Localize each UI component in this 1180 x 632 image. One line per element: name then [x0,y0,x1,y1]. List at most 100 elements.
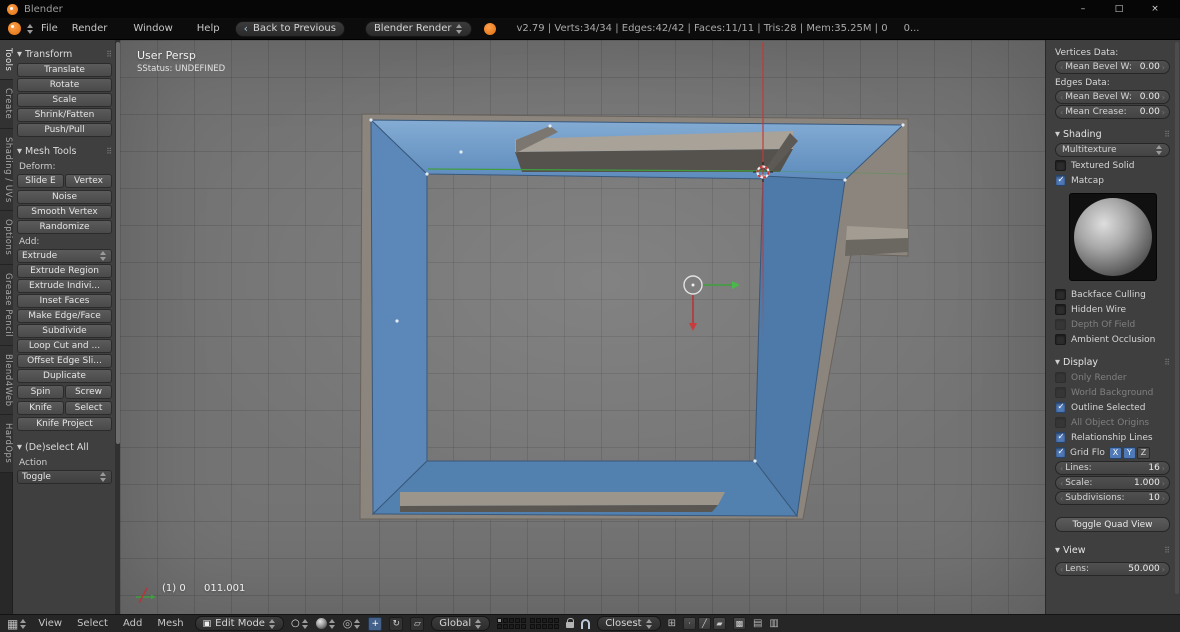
manipulator-scale-icon[interactable]: ▱ [410,616,425,631]
tab-tools[interactable]: Tools [0,40,13,81]
shading-mode-dropdown[interactable]: Multitexture [1055,143,1170,157]
layer-cell[interactable] [554,618,560,623]
mesh-face-left[interactable] [370,118,428,516]
snap-element-dropdown[interactable]: Closest [597,616,661,631]
layer-cell[interactable] [542,624,548,629]
grid-floor-checkbox[interactable] [1055,447,1066,458]
display-panel-header[interactable]: Display ⠿ [1055,354,1170,370]
menu-add[interactable]: Add [119,618,146,629]
grid-subdivisions-field[interactable]: Subdivisions: 10 [1055,491,1170,505]
npanel-scrollbar[interactable] [1175,42,1179,594]
edges-mean-bevel-field[interactable]: Mean Bevel W: 0.00 [1055,90,1170,104]
layer-cell[interactable] [548,624,554,629]
layer-cell[interactable] [509,618,515,623]
blender-menu-icon[interactable] [8,22,21,35]
layer-cell[interactable] [536,618,542,623]
rotate-button[interactable]: Rotate [17,78,112,92]
layer-cell[interactable] [497,618,503,623]
layer-cell[interactable] [548,618,554,623]
menu-mesh[interactable]: Mesh [153,618,187,629]
mode-dropdown[interactable]: ▣ Edit Mode [194,616,284,631]
layer-cell[interactable] [503,624,509,629]
manipulator-rotate-icon[interactable]: ↻ [389,616,404,631]
tab-grease-pencil[interactable]: Grease Pencil [0,264,13,346]
manipulator-translate-icon[interactable]: + [368,616,383,631]
menu-file[interactable]: File [34,23,65,34]
noise-button[interactable]: Noise [17,190,112,204]
mesh-bottom-shelf[interactable] [400,492,725,506]
scale-button[interactable]: Scale [17,93,112,107]
back-to-previous-button[interactable]: ‹ Back to Previous [234,20,345,37]
occlude-geometry-icon[interactable]: ▩ [732,617,746,630]
knife-button[interactable]: Knife [17,401,64,415]
viewport-shading-dropdown[interactable] [315,618,336,629]
proportional-edit-dropdown[interactable]: ○ [291,618,309,629]
outline-selected-checkbox[interactable] [1055,402,1066,413]
grid-axis-y-toggle[interactable]: Y [1122,446,1136,459]
lock-to-scene-icon[interactable] [566,618,575,628]
minimize-button[interactable]: – [1065,0,1101,18]
toggle-quad-view-button[interactable]: Toggle Quad View [1055,517,1170,532]
push-pull-button[interactable]: Push/Pull [17,123,112,137]
matcap-preview[interactable] [1068,193,1157,281]
edge-slide-button[interactable]: Slide E [17,174,64,188]
translate-manipulator[interactable] [683,275,740,331]
lens-field[interactable]: Lens: 50.000 [1055,562,1170,576]
world-background-checkbox[interactable] [1055,387,1066,398]
snap-target-icon[interactable]: ⊞ [668,618,676,629]
depth-of-field-checkbox[interactable] [1055,319,1066,330]
randomize-button[interactable]: Randomize [17,220,112,234]
all-object-origins-checkbox[interactable] [1055,417,1066,428]
transform-panel-header[interactable]: Transform ⠿ [17,46,112,62]
backface-culling-checkbox[interactable] [1055,289,1066,300]
layer-cell[interactable] [503,618,509,623]
panel-drag-dots-icon[interactable]: ⠿ [106,147,112,156]
textured-solid-checkbox[interactable] [1055,160,1066,171]
layer-cell[interactable] [530,618,536,623]
viewport-3d[interactable]: User Persp SStatus: UNDEFINED (1) 0 011.… [120,40,1045,614]
toolshelf-scrollbar-thumb[interactable] [115,42,120,444]
tab-create[interactable]: Create [0,80,13,129]
render-engine-dropdown[interactable]: Blender Render [364,20,473,37]
inset-faces-button[interactable]: Inset Faces [17,294,112,308]
shading-panel-header[interactable]: Shading ⠿ [1055,126,1170,142]
spin-button[interactable]: Spin [17,385,64,399]
knife-select-button[interactable]: Select [65,401,112,415]
viewport-canvas[interactable] [120,40,1045,614]
blender-url-icon[interactable] [484,22,497,35]
edges-mean-crease-field[interactable]: Mean Crease: 0.00 [1055,105,1170,119]
panel-drag-dots-icon[interactable]: ⠿ [1164,130,1170,139]
opengl-render-anim-icon[interactable]: ▥ [769,618,778,629]
matcap-checkbox[interactable] [1055,175,1066,186]
select-mode-vertex-icon[interactable]: · [682,617,696,630]
screw-button[interactable]: Screw [65,385,112,399]
subdivide-button[interactable]: Subdivide [17,324,112,338]
knife-project-button[interactable]: Knife Project [17,417,112,431]
toggle-dropdown[interactable]: Toggle [17,470,112,484]
view-panel-header[interactable]: View ⠿ [1055,542,1170,558]
smooth-vertex-button[interactable]: Smooth Vertex [17,205,112,219]
only-render-checkbox[interactable] [1055,372,1066,383]
tab-shading-uvs[interactable]: Shading / UVs [0,128,13,212]
vertex-slide-button[interactable]: Vertex [65,174,112,188]
maximize-button[interactable]: □ [1101,0,1137,18]
relationship-lines-checkbox[interactable] [1055,432,1066,443]
extrude-region-button[interactable]: Extrude Region [17,264,112,278]
grid-axis-z-toggle[interactable]: Z [1136,446,1150,459]
layer-cell[interactable] [536,624,542,629]
menu-window[interactable]: Window [126,23,179,34]
make-edge-face-button[interactable]: Make Edge/Face [17,309,112,323]
menu-render[interactable]: Render [65,23,115,34]
menu-select[interactable]: Select [73,618,112,629]
opengl-render-icon[interactable]: ▤ [753,618,762,629]
ambient-occlusion-checkbox[interactable] [1055,334,1066,345]
deselect-all-panel-header[interactable]: (De)select All [17,439,112,455]
duplicate-button[interactable]: Duplicate [17,369,112,383]
menu-view[interactable]: View [34,618,66,629]
extrude-dropdown[interactable]: Extrude [17,249,112,263]
layer-cell[interactable] [521,624,527,629]
mesh-tools-panel-header[interactable]: Mesh Tools ⠿ [17,143,112,159]
vertices-mean-bevel-field[interactable]: Mean Bevel W: 0.00 [1055,60,1170,74]
panel-drag-dots-icon[interactable]: ⠿ [1164,358,1170,367]
grid-scale-field[interactable]: Scale: 1.000 [1055,476,1170,490]
